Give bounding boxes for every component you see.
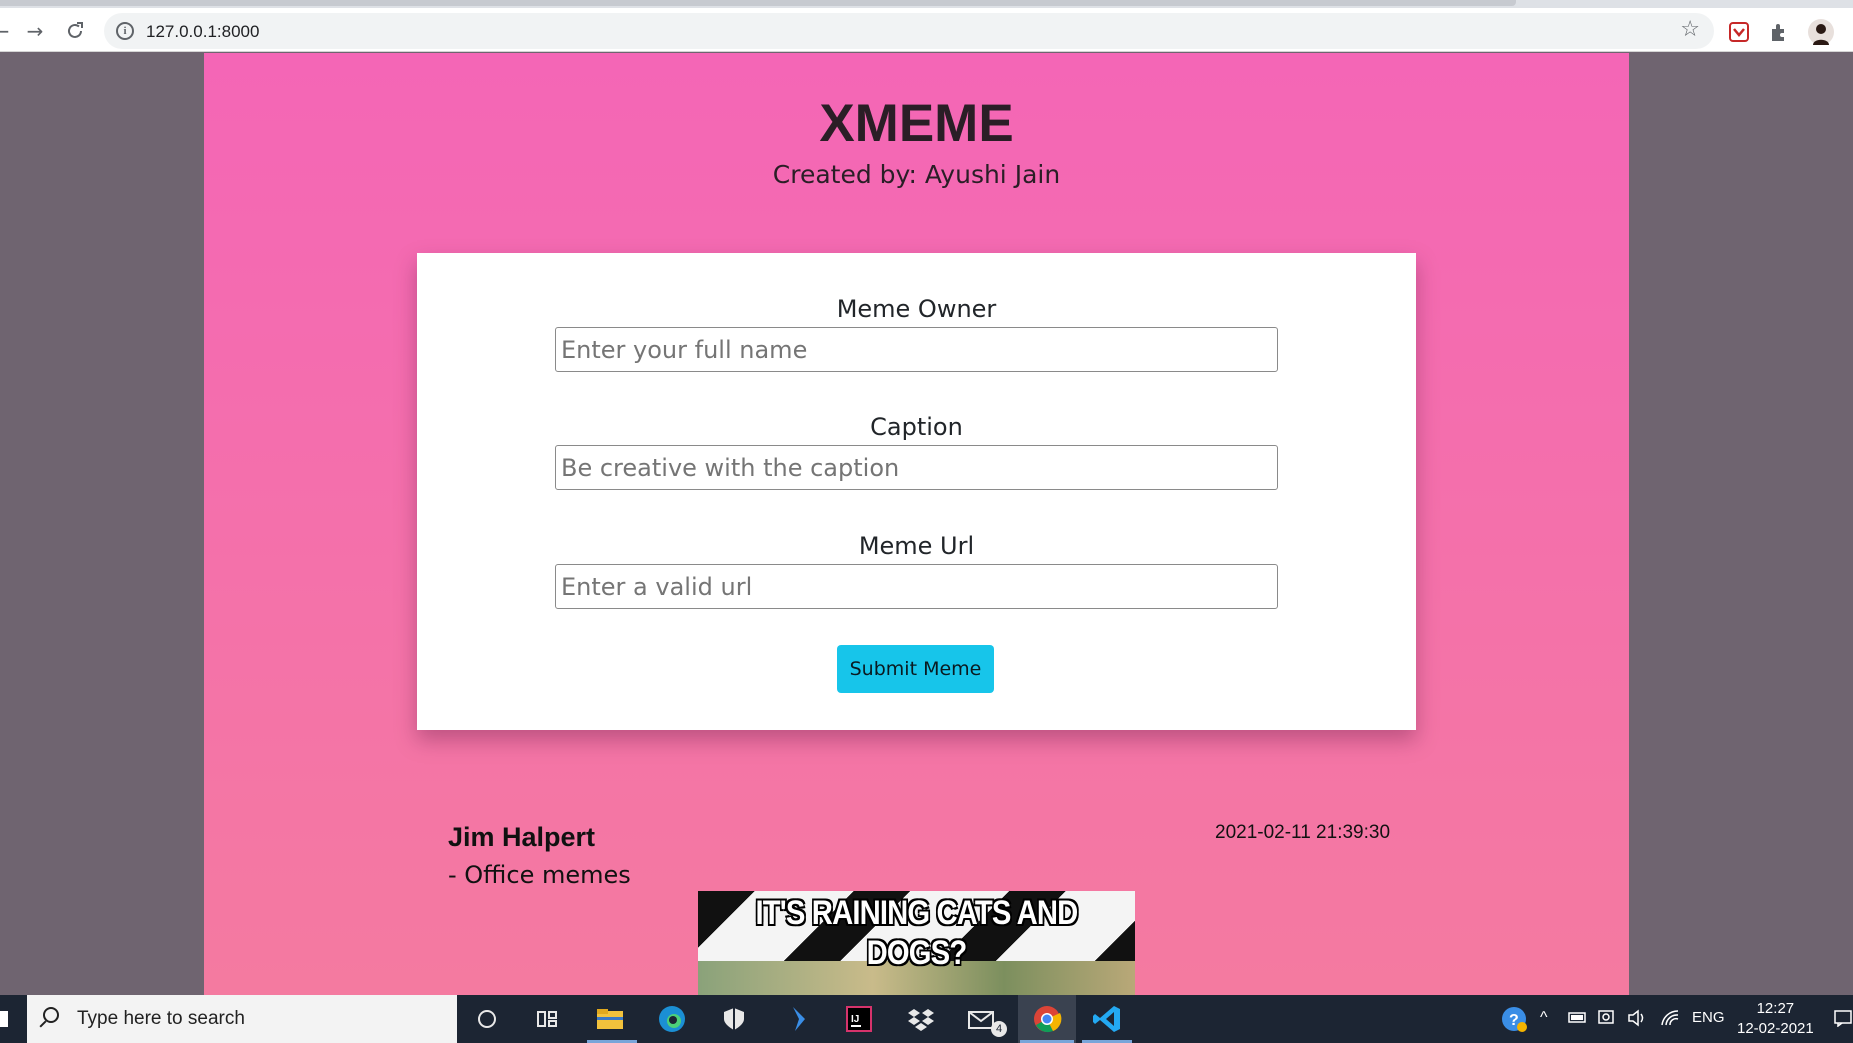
wifi-icon[interactable] (1660, 1009, 1680, 1031)
info-icon[interactable]: i (116, 22, 134, 40)
chrome-icon[interactable] (1030, 1003, 1064, 1035)
address-url[interactable]: 127.0.0.1:8000 (146, 22, 259, 42)
security-shield-icon[interactable] (717, 1003, 751, 1035)
language-indicator[interactable]: ENG (1692, 1009, 1725, 1026)
meme-owner: Jim Halpert (448, 822, 596, 852)
page-subtitle: Created by: Ayushi Jain (772, 160, 1061, 189)
url-input[interactable] (555, 564, 1278, 609)
meme-image-text: IT'S RAINING CATS AND DOGS? (755, 894, 1079, 972)
svg-text:IJ: IJ (851, 1014, 859, 1025)
bookmark-star-icon[interactable]: ☆ (1680, 17, 1700, 42)
intellij-icon[interactable]: IJ (842, 1003, 876, 1035)
task-view-icon[interactable] (530, 1003, 564, 1035)
windows-taskbar: Type here to search IJ 4 ? ^ ENG 12:27 1… (0, 995, 1853, 1043)
vscode-icon[interactable] (1090, 1003, 1124, 1035)
start-button-icon[interactable] (0, 1011, 8, 1027)
profile-avatar-icon[interactable] (1808, 19, 1834, 45)
help-icon[interactable]: ? (1497, 1003, 1531, 1035)
battery-icon[interactable] (1568, 1009, 1588, 1029)
meme-image: IT'S RAINING CATS AND DOGS? (698, 891, 1135, 995)
submit-meme-button[interactable]: Submit Meme (837, 645, 994, 693)
device-icon[interactable] (1598, 1009, 1618, 1031)
cortana-icon[interactable] (470, 1003, 504, 1035)
visual-studio-icon[interactable] (780, 1003, 814, 1035)
page-content: XMEME Created by: Ayushi Jain Meme Owner… (204, 53, 1629, 995)
forward-arrow-icon[interactable]: → (20, 16, 50, 46)
dropbox-icon[interactable] (904, 1003, 938, 1035)
extension-shield-icon[interactable] (1728, 21, 1750, 43)
chevron-up-icon[interactable]: ^ (1540, 1009, 1548, 1027)
taskbar-search-box[interactable]: Type here to search (27, 995, 457, 1043)
back-arrow-icon[interactable]: ← (0, 16, 16, 46)
browser-toolbar: ← → i 127.0.0.1:8000 ☆ (0, 8, 1853, 52)
tab-strip-line (0, 0, 1516, 6)
page-title: XMEME (819, 94, 1014, 153)
meme-form-card: Meme Owner Caption Meme Url Submit Meme (417, 253, 1416, 730)
url-label: Meme Url (858, 532, 975, 560)
reload-icon[interactable] (60, 16, 90, 46)
volume-icon[interactable] (1627, 1009, 1647, 1031)
meme-timestamp: 2021-02-11 21:39:30 (1215, 822, 1391, 843)
puzzle-extensions-icon[interactable] (1768, 21, 1790, 43)
edge-browser-icon[interactable] (655, 1003, 689, 1035)
caption-label: Caption (870, 413, 963, 441)
meme-caption: - Office memes (448, 861, 631, 889)
search-icon (43, 1007, 59, 1023)
address-bar[interactable]: i 127.0.0.1:8000 ☆ (104, 13, 1714, 49)
caption-input[interactable] (555, 445, 1278, 490)
file-explorer-icon[interactable] (593, 1003, 627, 1035)
clock-time: 12:27 (1756, 1000, 1795, 1017)
owner-label: Meme Owner (836, 295, 997, 323)
owner-input[interactable] (555, 327, 1278, 372)
notification-icon[interactable] (1834, 1009, 1852, 1031)
taskbar-search-placeholder: Type here to search (77, 1008, 245, 1029)
tab-strip (0, 0, 1853, 8)
clock-date: 12-02-2021 (1737, 1020, 1814, 1037)
mail-badge: 4 (991, 1021, 1007, 1037)
taskbar-clock[interactable]: 12:27 12-02-2021 (1737, 999, 1814, 1039)
